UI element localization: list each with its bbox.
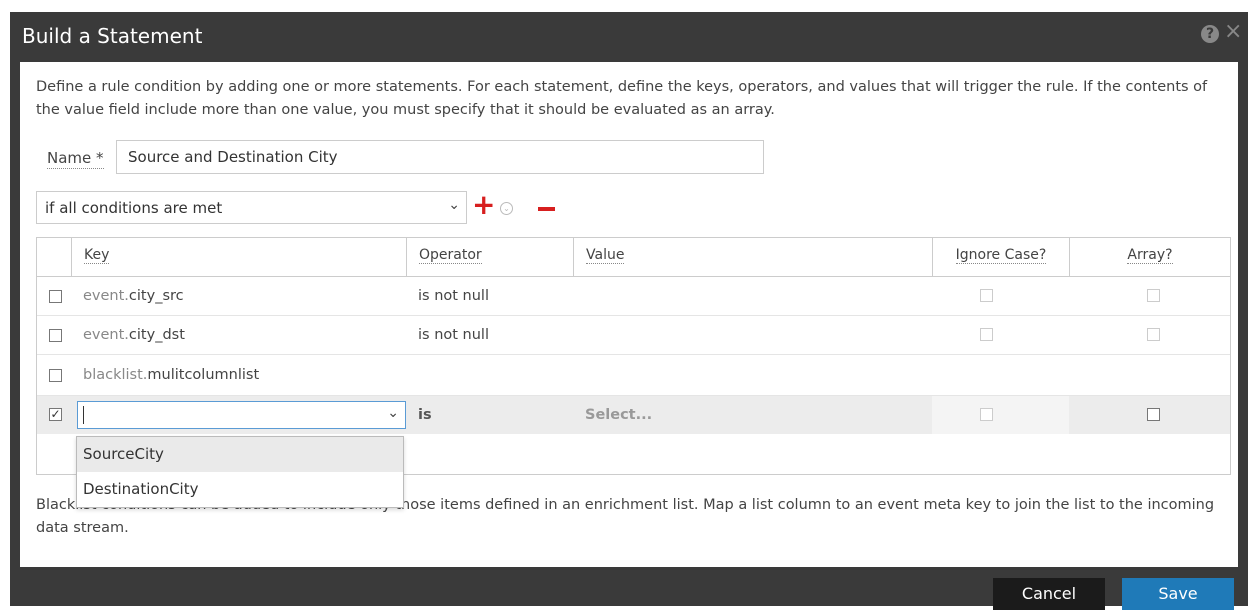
help-icon[interactable]: ?: [1201, 25, 1219, 43]
ignore-case-checkbox[interactable]: [980, 408, 993, 421]
header-array-label: Array?: [1127, 247, 1173, 264]
header-select-col: [37, 238, 71, 276]
chevron-down-icon[interactable]: ⌄: [387, 405, 399, 421]
build-statement-dialog: Build a Statement ? × Define a rule cond…: [10, 12, 1248, 610]
condition-select[interactable]: if all conditions are met ⌄: [36, 191, 467, 224]
ignore-case-cell: [932, 396, 1069, 434]
key-name: city_src: [128, 288, 184, 304]
cancel-button[interactable]: Cancel: [993, 578, 1105, 610]
dropdown-option-sourcecity[interactable]: SourceCity: [77, 437, 403, 472]
row-checkbox[interactable]: [49, 369, 62, 382]
ignore-case-checkbox[interactable]: [980, 289, 993, 302]
remove-statement-icon[interactable]: [538, 207, 555, 211]
ignore-case-checkbox[interactable]: [980, 328, 993, 341]
row-operator[interactable]: is: [418, 396, 432, 434]
array-checkbox[interactable]: [1147, 289, 1160, 302]
expand-circle-icon[interactable]: ⌄: [500, 202, 513, 215]
header-key-label: Key: [84, 247, 110, 264]
close-icon[interactable]: ×: [1224, 21, 1242, 43]
header-ignore-case[interactable]: Ignore Case?: [932, 238, 1069, 276]
table-row[interactable]: event.city_dst is not null: [37, 316, 1230, 355]
key-combobox[interactable]: ⌄: [77, 401, 406, 429]
table-row[interactable]: event.city_src is not null: [37, 277, 1230, 316]
add-statement-icon[interactable]: +: [472, 190, 495, 220]
save-button[interactable]: Save: [1122, 578, 1234, 610]
row-key: blacklist.mulitcolumnlist: [83, 355, 259, 395]
chevron-down-icon: ⌄: [448, 197, 460, 213]
table-row[interactable]: blacklist.mulitcolumnlist: [37, 355, 1230, 396]
header-ignore-case-label: Ignore Case?: [955, 247, 1047, 264]
name-label: Name *: [47, 149, 104, 169]
dialog-titlebar: Build a Statement ? ×: [10, 12, 1248, 62]
row-operator: is not null: [418, 327, 489, 343]
name-input[interactable]: Source and Destination City: [116, 140, 764, 174]
header-operator[interactable]: Operator: [406, 238, 573, 276]
table-row-active[interactable]: ✓ ⌄ is Select...: [37, 396, 1230, 434]
key-prefix: blacklist.: [83, 367, 148, 383]
header-key[interactable]: Key: [71, 238, 406, 276]
header-value-label: Value: [586, 247, 625, 264]
condition-select-value: if all conditions are met: [45, 199, 223, 217]
header-value[interactable]: Value: [573, 238, 932, 276]
row-key: event.city_src: [83, 277, 184, 315]
dialog-title: Build a Statement: [22, 24, 203, 48]
key-prefix: event.: [83, 288, 129, 304]
header-operator-label: Operator: [419, 247, 482, 264]
value-select[interactable]: Select...: [585, 396, 652, 434]
row-checkbox[interactable]: [49, 290, 62, 303]
header-array[interactable]: Array?: [1069, 238, 1230, 276]
key-name: city_dst: [128, 327, 185, 343]
row-operator: is not null: [418, 288, 489, 304]
table-header: Key Operator Value Ignore Case? Array?: [37, 238, 1230, 277]
array-checkbox[interactable]: [1147, 408, 1160, 421]
row-checkbox[interactable]: [49, 329, 62, 342]
key-dropdown-menu[interactable]: SourceCity DestinationCity: [76, 436, 404, 508]
row-key: event.city_dst: [83, 316, 185, 354]
dialog-description: Define a rule condition by adding one or…: [36, 79, 1208, 118]
row-checkbox-checked[interactable]: ✓: [49, 408, 62, 421]
text-caret: [83, 406, 84, 424]
dropdown-option-destinationcity[interactable]: DestinationCity: [77, 472, 403, 507]
key-name: mulitcolumnlist: [147, 367, 260, 383]
dialog-footer: Cancel Save: [10, 567, 1248, 610]
key-prefix: event.: [83, 327, 129, 343]
array-checkbox[interactable]: [1147, 328, 1160, 341]
